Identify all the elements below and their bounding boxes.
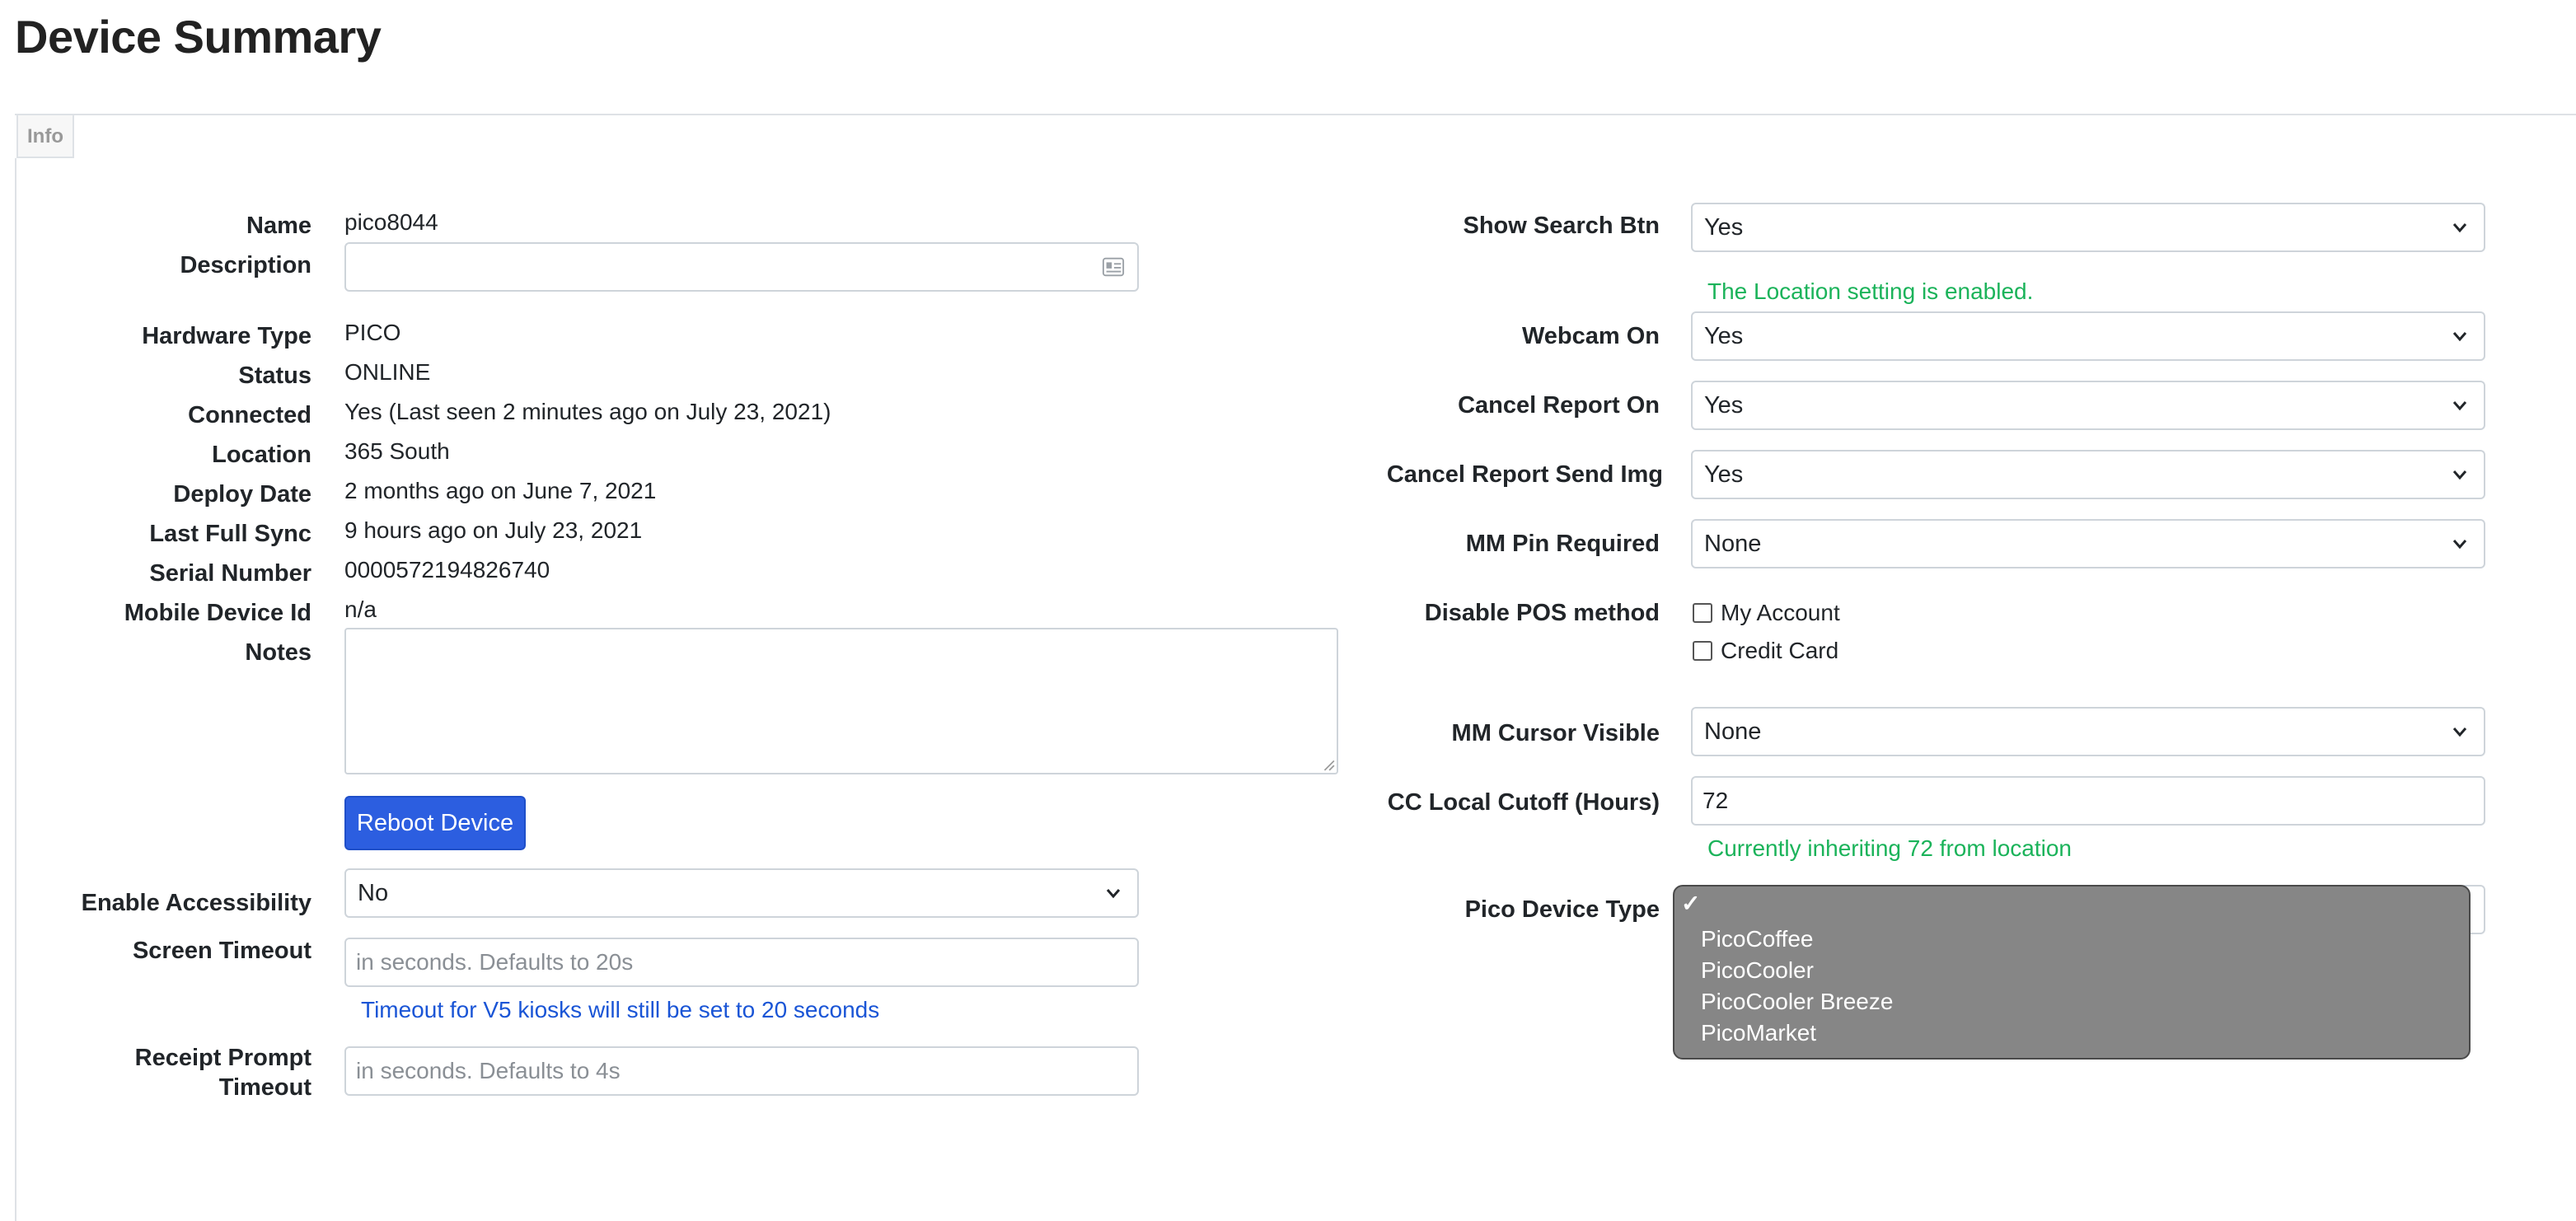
mm-pin-required-selected: None: [1704, 530, 1762, 557]
serial-number-value: 0000572194826740: [344, 557, 550, 582]
page-title: Device Summary: [15, 11, 382, 63]
enable-accessibility-selected: No: [358, 879, 389, 906]
show-search-btn-label: Show Search Btn: [1463, 213, 1660, 239]
credit-card-label: Credit Card: [1721, 638, 1839, 663]
resize-handle-icon[interactable]: [1322, 758, 1335, 771]
checkmark-icon: ✓: [1681, 891, 1701, 916]
mm-cursor-visible-select[interactable]: None: [1691, 707, 2485, 756]
cc-local-cutoff-value: 72: [1703, 788, 1729, 813]
hardware-type-value: PICO: [344, 320, 401, 345]
chevron-down-icon: [2452, 401, 2467, 411]
description-input[interactable]: [344, 242, 1139, 292]
screen-timeout-help: Timeout for V5 kiosks will still be set …: [361, 997, 880, 1022]
pico-device-type-label: Pico Device Type: [1464, 896, 1660, 923]
description-label: Description: [180, 252, 311, 278]
last-full-sync-label: Last Full Sync: [149, 521, 311, 547]
my-account-checkbox[interactable]: [1693, 603, 1712, 623]
location-label: Location: [212, 442, 311, 468]
disable-pos-method-label: Disable POS method: [1424, 600, 1660, 626]
cancel-report-send-img-label: Cancel Report Send Img: [1386, 461, 1663, 488]
notes-label: Notes: [245, 639, 311, 666]
option-picocoffee[interactable]: PicoCoffee: [1701, 926, 1813, 952]
status-value: ONLINE: [344, 359, 431, 385]
deploy-date-value: 2 months ago on June 7, 2021: [344, 478, 657, 503]
name-label: Name: [246, 213, 311, 239]
chevron-down-icon: [2452, 332, 2467, 342]
credit-card-checkbox[interactable]: [1693, 641, 1712, 661]
mm-cursor-visible-selected: None: [1704, 718, 1762, 745]
name-value: pico8044: [344, 209, 438, 235]
chevron-down-icon: [2452, 470, 2467, 480]
enable-accessibility-label: Enable Accessibility: [81, 890, 311, 916]
show-search-btn-help: The Location setting is enabled.: [1707, 278, 2034, 304]
pico-device-type-dropdown[interactable]: ✓ PicoCoffee PicoCooler PicoCooler Breez…: [1673, 885, 2471, 1060]
option-picocooler-breeze[interactable]: PicoCooler Breeze: [1701, 989, 1893, 1015]
hardware-type-label: Hardware Type: [142, 323, 311, 349]
mobile-device-id-value: n/a: [344, 596, 377, 622]
reboot-device-button[interactable]: Reboot Device: [344, 796, 526, 850]
cancel-report-on-label: Cancel Report On: [1458, 392, 1660, 419]
chevron-down-icon: [2452, 540, 2467, 550]
option-picocooler[interactable]: PicoCooler: [1701, 957, 1814, 984]
cancel-report-send-img-selected: Yes: [1704, 461, 1744, 488]
chevron-down-icon: [2452, 223, 2467, 233]
notes-textarea[interactable]: [344, 628, 1338, 774]
tab-info[interactable]: Info: [16, 114, 74, 158]
mobile-device-id-label: Mobile Device Id: [124, 600, 311, 626]
option-picomarket[interactable]: PicoMarket: [1701, 1020, 1816, 1046]
show-search-btn-selected: Yes: [1704, 213, 1744, 241]
screen-timeout-label: Screen Timeout: [132, 938, 311, 964]
status-label: Status: [238, 363, 311, 389]
chevron-down-icon: [2452, 727, 2467, 737]
screen-timeout-placeholder: in seconds. Defaults to 20s: [356, 949, 634, 975]
tab-divider: [15, 114, 2576, 115]
location-value: 365 South: [344, 438, 450, 464]
serial-number-label: Serial Number: [149, 560, 311, 587]
receipt-prompt-timeout-label-2: Timeout: [218, 1074, 311, 1101]
panel-border: [15, 158, 16, 1221]
mm-pin-required-select[interactable]: None: [1691, 519, 2485, 568]
credit-card-option[interactable]: Credit Card: [1693, 638, 1838, 664]
cancel-report-on-select[interactable]: Yes: [1691, 381, 2485, 430]
show-search-btn-select[interactable]: Yes: [1691, 203, 2485, 252]
receipt-prompt-timeout-placeholder: in seconds. Defaults to 4s: [356, 1058, 621, 1083]
my-account-option[interactable]: My Account: [1693, 600, 1840, 626]
last-full-sync-value: 9 hours ago on July 23, 2021: [344, 517, 643, 543]
cc-local-cutoff-label: CC Local Cutoff (Hours): [1387, 789, 1660, 816]
my-account-label: My Account: [1721, 600, 1840, 625]
connected-label: Connected: [188, 402, 311, 428]
mm-pin-required-label: MM Pin Required: [1465, 531, 1660, 557]
webcam-on-select[interactable]: Yes: [1691, 311, 2485, 361]
cancel-report-send-img-select[interactable]: Yes: [1691, 450, 2485, 499]
contact-card-icon: [1102, 257, 1125, 277]
webcam-on-selected: Yes: [1704, 322, 1744, 349]
webcam-on-label: Webcam On: [1521, 323, 1660, 349]
receipt-prompt-timeout-label-1: Receipt Prompt: [134, 1045, 311, 1071]
cc-local-cutoff-help: Currently inheriting 72 from location: [1707, 835, 2072, 861]
chevron-down-icon: [1106, 889, 1121, 899]
receipt-prompt-timeout-input[interactable]: in seconds. Defaults to 4s: [344, 1046, 1139, 1096]
cancel-report-on-selected: Yes: [1704, 391, 1744, 419]
deploy-date-label: Deploy Date: [173, 481, 311, 508]
mm-cursor-visible-label: MM Cursor Visible: [1451, 720, 1660, 746]
connected-value: Yes (Last seen 2 minutes ago on July 23,…: [344, 399, 831, 424]
screen-timeout-input[interactable]: in seconds. Defaults to 20s: [344, 938, 1139, 987]
enable-accessibility-select[interactable]: No: [344, 868, 1139, 918]
cc-local-cutoff-input[interactable]: 72: [1691, 776, 2485, 826]
